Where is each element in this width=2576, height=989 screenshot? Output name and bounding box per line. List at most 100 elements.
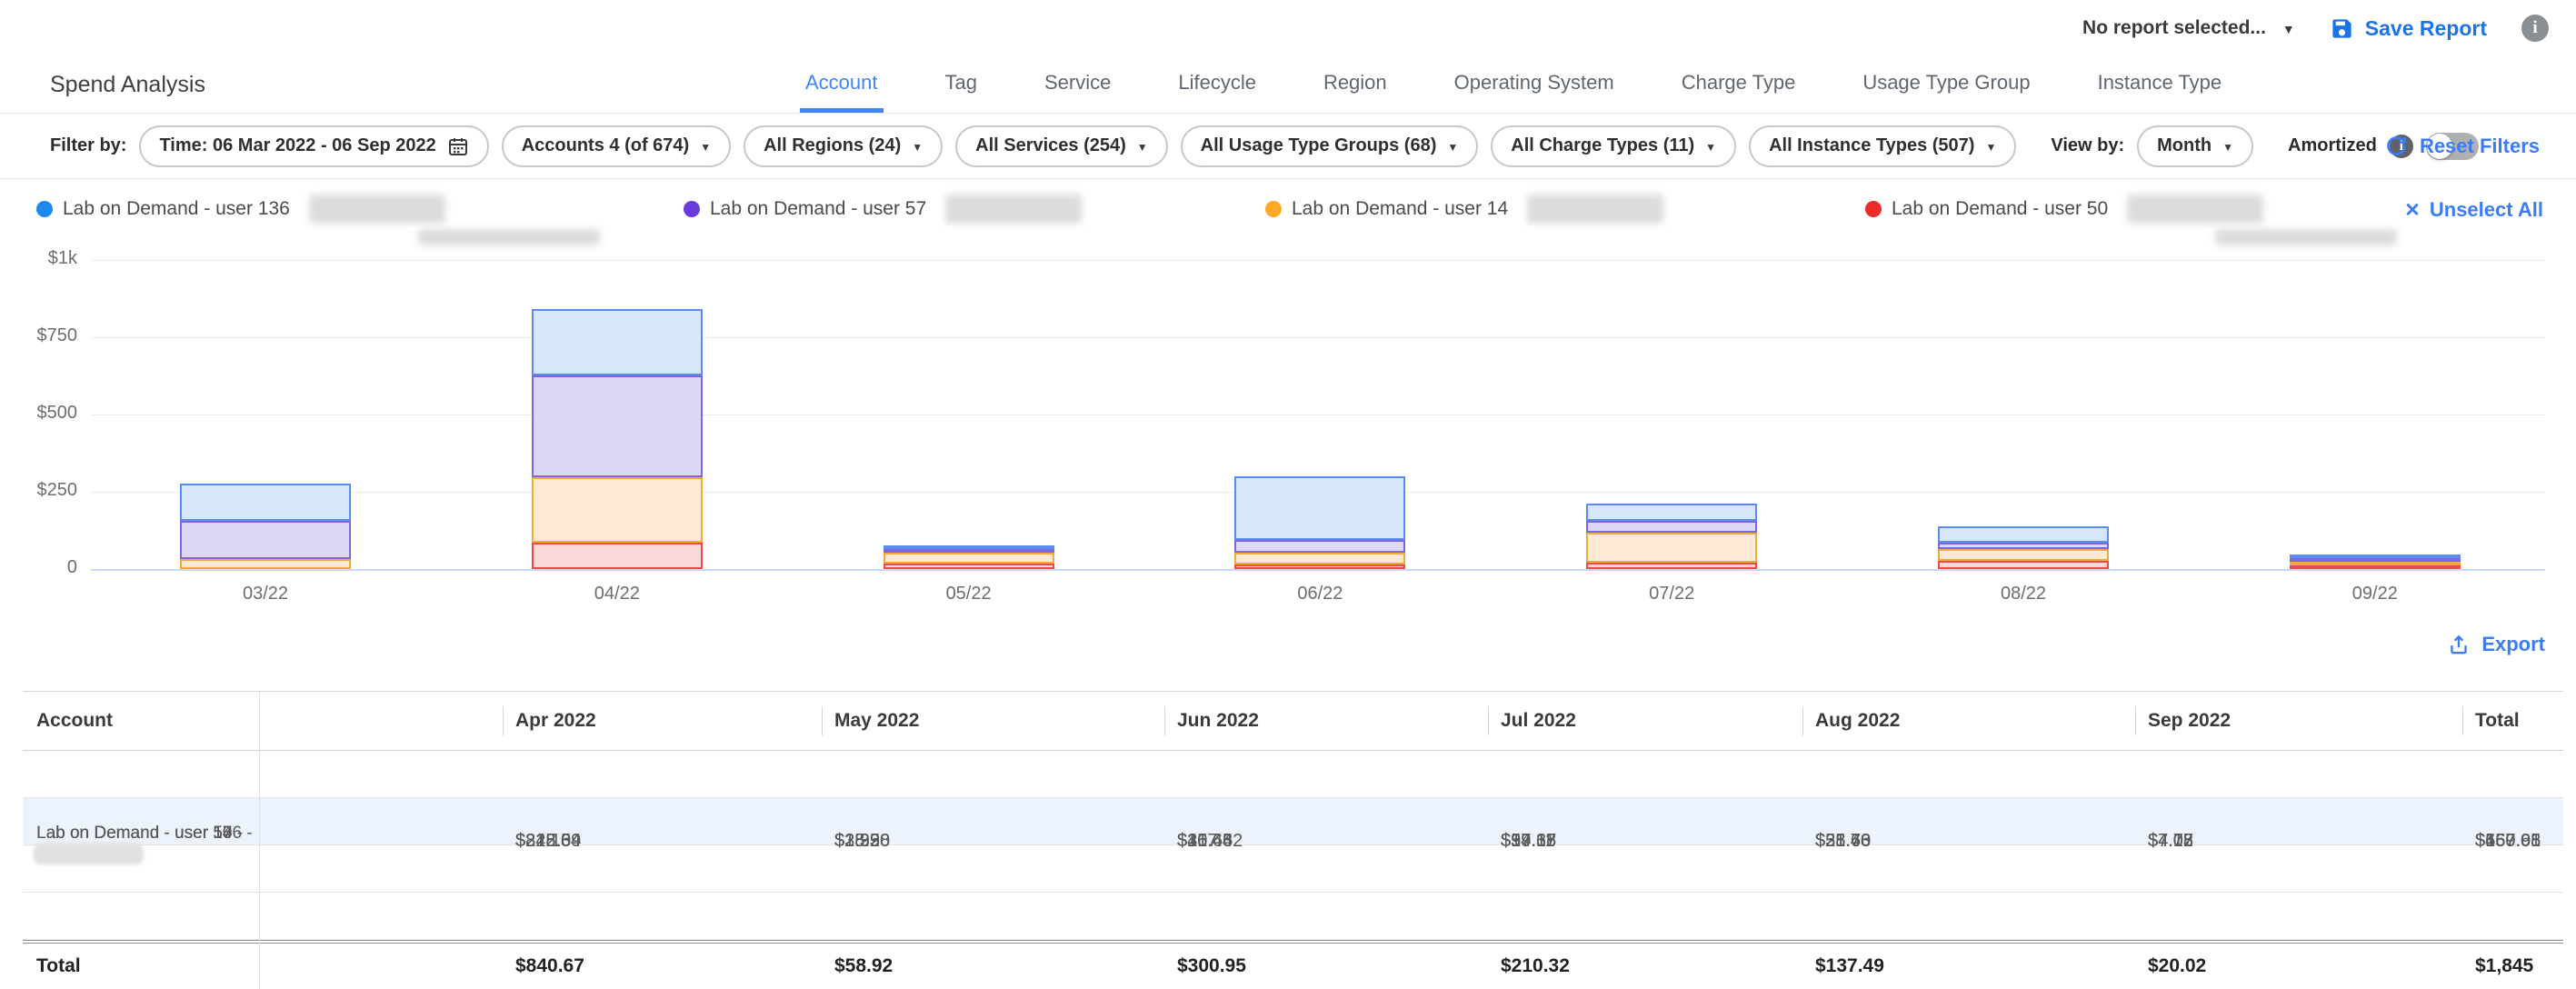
x-axis-tick-label: 03/22 bbox=[180, 584, 351, 604]
filter-by-label: Filter by: bbox=[50, 135, 126, 156]
bar-segment-lab-on-demand-user-57[interactable] bbox=[884, 549, 1054, 553]
bar-segment-lab-on-demand-user-57[interactable] bbox=[1586, 521, 1757, 533]
bar-segment-lab-on-demand-user-136[interactable] bbox=[1234, 476, 1405, 541]
export-button[interactable]: Export bbox=[2447, 633, 2545, 656]
bar-segment-lab-on-demand-user-57[interactable] bbox=[180, 521, 351, 558]
view-by-dropdown[interactable]: Month bbox=[2137, 125, 2253, 167]
table-toolbar: Export bbox=[0, 629, 2576, 674]
bar-segment-lab-on-demand-user-136[interactable] bbox=[1938, 526, 2109, 543]
total-value-cell: $20.02 bbox=[2148, 944, 2206, 989]
tab-region[interactable]: Region bbox=[1318, 56, 1393, 113]
column-divider bbox=[2135, 706, 2136, 735]
export-icon bbox=[2447, 633, 2471, 656]
filter-pill-all-instance-types-507[interactable]: All Instance Types (507) bbox=[1749, 125, 2016, 167]
column-divider bbox=[2462, 706, 2463, 735]
legend-item-lab-on-demand-user-50[interactable]: Lab on Demand - user 50 bbox=[1865, 195, 2263, 224]
bar-segment-lab-on-demand-user-136[interactable] bbox=[2290, 554, 2461, 558]
filter-bar: Filter by: Time: 06 Mar 2022 - 06 Sep 20… bbox=[0, 114, 2576, 179]
legend-dot-icon bbox=[36, 201, 53, 217]
column-divider bbox=[1488, 706, 1489, 735]
redacted-text bbox=[309, 195, 445, 224]
bar-segment-lab-on-demand-user-57[interactable] bbox=[2290, 558, 2461, 562]
legend-label: Lab on Demand - user 57 bbox=[710, 198, 926, 220]
bar-segment-lab-on-demand-user-14[interactable] bbox=[1586, 533, 1757, 564]
bar-segment-lab-on-demand-user-14[interactable] bbox=[1234, 553, 1405, 564]
save-report-button[interactable]: Save Report bbox=[2330, 16, 2487, 41]
filter-pill-label: All Services (254) bbox=[975, 135, 1126, 156]
title-bar: Spend Analysis Account Tag Service Lifecycl… bbox=[0, 56, 2576, 114]
tab-lifecycle[interactable]: Lifecycle bbox=[1173, 56, 1262, 113]
table-row-lab-on-demand-user-50[interactable]: Lab on Demand - user 50 -$84.10$18.28$15… bbox=[23, 893, 2563, 940]
legend-item-lab-on-demand-user-136[interactable]: Lab on Demand - user 136 bbox=[36, 195, 445, 224]
chevron-down-icon bbox=[700, 135, 711, 156]
chevron-down-icon bbox=[1137, 135, 1148, 156]
report-selector-value: No report selected... bbox=[2082, 17, 2266, 39]
x-axis-tick-label: 05/22 bbox=[884, 584, 1054, 604]
unselect-all-button[interactable]: Unselect All bbox=[2404, 198, 2543, 222]
bar-segment-lab-on-demand-user-50[interactable] bbox=[884, 564, 1054, 569]
total-value-cell: $58.92 bbox=[834, 944, 893, 989]
legend-item-lab-on-demand-user-57[interactable]: Lab on Demand - user 57 bbox=[684, 195, 1082, 224]
filter-pill-accounts-4-of-674[interactable]: Accounts 4 (of 674) bbox=[502, 125, 731, 167]
bar-segment-lab-on-demand-user-136[interactable] bbox=[1586, 504, 1757, 520]
y-axis-tick-label: 0 bbox=[0, 557, 77, 578]
bar-segment-lab-on-demand-user-14[interactable] bbox=[2290, 562, 2461, 565]
filter-pill-all-regions-24[interactable]: All Regions (24) bbox=[744, 125, 943, 167]
legend-label: Lab on Demand - user 14 bbox=[1292, 198, 1508, 220]
bar-segment-lab-on-demand-user-136[interactable] bbox=[884, 545, 1054, 549]
bar-segment-lab-on-demand-user-136[interactable] bbox=[180, 484, 351, 521]
bar-segment-lab-on-demand-user-57[interactable] bbox=[532, 375, 703, 477]
total-label: Total bbox=[36, 944, 81, 989]
redacted-text bbox=[1527, 195, 1663, 224]
report-selector-dropdown[interactable]: No report selected... bbox=[2082, 17, 2295, 39]
redacted-text bbox=[945, 195, 1082, 224]
filter-pill-label: Accounts 4 (of 674) bbox=[522, 135, 689, 156]
legend-dot-icon bbox=[1265, 201, 1282, 217]
bar-segment-lab-on-demand-user-50[interactable] bbox=[1234, 564, 1405, 569]
export-label: Export bbox=[2481, 633, 2545, 656]
info-icon[interactable] bbox=[2521, 15, 2549, 42]
filter-pill-all-usage-type-groups-68[interactable]: All Usage Type Groups (68) bbox=[1181, 125, 1479, 167]
total-value-cell: $137.49 bbox=[1815, 944, 1884, 989]
bar-segment-lab-on-demand-user-14[interactable] bbox=[1938, 549, 2109, 561]
time-filter-pill[interactable]: Time: 06 Mar 2022 - 06 Sep 2022 bbox=[139, 125, 488, 167]
tab-instance-type[interactable]: Instance Type bbox=[2092, 56, 2228, 113]
filter-pill-all-charge-types-11[interactable]: All Charge Types (11) bbox=[1491, 125, 1736, 167]
column-divider bbox=[503, 706, 504, 735]
chevron-down-icon bbox=[1705, 135, 1716, 156]
chevron-down-icon bbox=[912, 135, 923, 156]
bar-segment-lab-on-demand-user-50[interactable] bbox=[1938, 561, 2109, 569]
filter-pill-label: All Usage Type Groups (68) bbox=[1201, 135, 1437, 156]
bar-segment-lab-on-demand-user-57[interactable] bbox=[1938, 543, 2109, 549]
bar-segment-lab-on-demand-user-50[interactable] bbox=[2290, 565, 2461, 569]
amortized-label: Amortized bbox=[2288, 135, 2377, 156]
reset-filters-button[interactable]: Reset Filters bbox=[2384, 134, 2540, 158]
tab-service[interactable]: Service bbox=[1039, 56, 1116, 113]
bar-segment-lab-on-demand-user-50[interactable] bbox=[532, 543, 703, 569]
bar-segment-lab-on-demand-user-57[interactable] bbox=[1234, 540, 1405, 553]
bar-segment-lab-on-demand-user-14[interactable] bbox=[532, 477, 703, 543]
x-axis-line bbox=[91, 569, 2545, 571]
bar-segment-lab-on-demand-user-14[interactable] bbox=[884, 553, 1054, 564]
tab-account[interactable]: Account bbox=[800, 56, 884, 113]
bar-segment-lab-on-demand-user-50[interactable] bbox=[1586, 563, 1757, 569]
tab-usage-type-group[interactable]: Usage Type Group bbox=[1857, 56, 2035, 113]
y-axis-tick-label: $750 bbox=[0, 325, 77, 346]
filter-pill-all-services-254[interactable]: All Services (254) bbox=[955, 125, 1168, 167]
table-body: AccountApr 2022May 2022Jun 2022Jul 2022A… bbox=[23, 692, 2563, 989]
page-title: Spend Analysis bbox=[50, 56, 205, 113]
tab-charge-type[interactable]: Charge Type bbox=[1676, 56, 1802, 113]
tab-operating-system[interactable]: Operating System bbox=[1449, 56, 1620, 113]
x-axis-tick-label: 08/22 bbox=[1938, 584, 2109, 604]
bar-segment-lab-on-demand-user-136[interactable] bbox=[532, 309, 703, 375]
bar-segment-lab-on-demand-user-14[interactable] bbox=[180, 559, 351, 569]
legend-label: Lab on Demand - user 136 bbox=[63, 198, 290, 220]
y-axis-tick-label: $500 bbox=[0, 403, 77, 424]
tab-tag[interactable]: Tag bbox=[940, 56, 983, 113]
filter-pill-label: All Regions (24) bbox=[764, 135, 901, 156]
top-bar: No report selected... Save Report bbox=[0, 0, 2549, 56]
redacted-text bbox=[36, 846, 141, 862]
legend-item-lab-on-demand-user-14[interactable]: Lab on Demand - user 14 bbox=[1265, 195, 1663, 224]
column-divider bbox=[822, 706, 823, 735]
chevron-down-icon bbox=[2282, 17, 2295, 39]
